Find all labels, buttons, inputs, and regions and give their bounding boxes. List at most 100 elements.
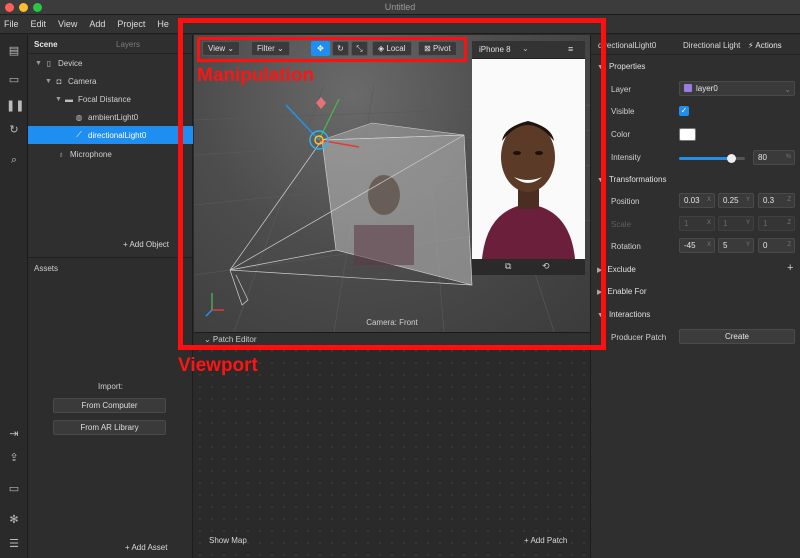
tree-item-directional-light[interactable]: ⟋ directionalLight0: [28, 126, 193, 144]
menu-add[interactable]: Add: [89, 19, 105, 29]
menu-file[interactable]: File: [4, 19, 19, 29]
tree-item-focal-distance[interactable]: ▼ ▬ Focal Distance: [28, 90, 193, 108]
rotation-x-input[interactable]: -45 X: [679, 238, 715, 253]
manipulation-annotation-label: Manipulation: [197, 65, 315, 86]
expand-caret-icon[interactable]: ▼: [35, 60, 43, 67]
tree-item-label: Device: [58, 58, 83, 68]
tree-item-label: Camera: [68, 76, 97, 86]
axis-x-label: X: [706, 197, 711, 203]
expand-caret-icon[interactable]: ▼: [55, 96, 63, 103]
scale-z-value: 1: [763, 219, 768, 228]
intensity-slider[interactable]: [679, 154, 745, 163]
scene-panel: Scene Layers ▼ ▯ Device ▼ ◘ Camera ▼ ▬ F…: [28, 35, 193, 257]
add-patch-button[interactable]: + Add Patch: [524, 536, 567, 545]
section-label: Exclude: [607, 265, 636, 274]
layer-value: layer0: [696, 84, 718, 93]
share-icon[interactable]: ⇪: [6, 451, 22, 465]
color-swatch[interactable]: [679, 128, 696, 141]
scale-y-value: 1: [723, 219, 728, 228]
rotation-y-input[interactable]: 5Y: [718, 238, 754, 253]
position-label: Position: [611, 197, 640, 206]
add-asset-button[interactable]: + Add Asset: [125, 543, 167, 552]
manipulation-annotation-box: [197, 37, 467, 62]
rotation-x-value: -45: [684, 241, 696, 250]
color-label: Color: [611, 130, 631, 139]
scale-z-input: 1Z: [758, 216, 795, 231]
microphone-icon: ♁: [58, 149, 64, 159]
rotation-z-input[interactable]: 0Z: [758, 238, 795, 253]
properties-panel: directionalLight0 Directional Light ⚡ Ac…: [590, 35, 800, 558]
axis-y-label: Y: [745, 220, 750, 226]
intensity-slider-fill: [679, 157, 732, 160]
menu-view[interactable]: View: [58, 19, 77, 29]
position-x-value: 0.03: [684, 196, 700, 205]
object-type: Directional Light: [683, 41, 741, 50]
tree-item-device[interactable]: ▼ ▯ Device: [28, 54, 193, 72]
folder-icon[interactable]: ▭: [6, 482, 22, 496]
scale-x-input: 1X: [679, 216, 715, 231]
scale-label: Scale: [611, 220, 632, 229]
assets-title: Assets: [34, 264, 59, 273]
axis-z-label: Z: [787, 242, 791, 248]
pause-icon[interactable]: ❚❚: [6, 99, 24, 113]
tree-item-camera[interactable]: ▼ ◘ Camera: [28, 72, 193, 90]
tree-item-ambient-light[interactable]: ◍ ambientLight0: [28, 108, 193, 126]
settings-icon[interactable]: ☰: [6, 537, 22, 551]
actions-label: Actions: [755, 41, 782, 50]
window-title: Untitled: [384, 2, 416, 12]
add-exclude-icon[interactable]: +: [787, 262, 793, 274]
import-from-computer-button[interactable]: From Computer: [53, 398, 166, 413]
scene-panel-tabs: Scene Layers: [28, 35, 192, 54]
add-object-button[interactable]: + Add Object: [123, 240, 169, 249]
menu-project[interactable]: Project: [117, 19, 145, 29]
intensity-label: Intensity: [611, 153, 641, 162]
position-y-input[interactable]: 0.25 Y: [718, 193, 754, 208]
create-producer-patch-button[interactable]: Create: [679, 329, 795, 344]
intensity-unit: %: [785, 154, 791, 160]
scene-layout-icon[interactable]: ▤: [6, 44, 22, 58]
axis-x-label: X: [706, 242, 711, 248]
expand-caret-icon[interactable]: ▼: [45, 78, 53, 85]
intensity-input[interactable]: 80 %: [753, 150, 795, 165]
axis-x-label: X: [706, 220, 711, 226]
zoom-icon[interactable]: ⌕: [6, 153, 22, 167]
section-label: Properties: [608, 62, 646, 71]
tab-scene[interactable]: Scene: [34, 40, 58, 49]
assets-panel: Assets Import: From Computer From AR Lib…: [28, 257, 193, 558]
position-x-input[interactable]: 0.03 X: [679, 193, 715, 208]
tree-item-label: Microphone: [70, 149, 112, 159]
camera-icon: ◘: [56, 76, 62, 86]
properties-header: directionalLight0 Directional Light ⚡ Ac…: [591, 35, 800, 55]
tree-item-label: Focal Distance: [78, 94, 131, 104]
scale-y-input: 1Y: [718, 216, 754, 231]
visible-checkbox[interactable]: ✓: [679, 106, 689, 116]
rotation-label: Rotation: [611, 242, 641, 251]
refresh-icon[interactable]: ↻: [6, 123, 22, 137]
import-label: Import:: [98, 382, 123, 391]
tab-layers[interactable]: Layers: [116, 40, 140, 49]
axis-z-label: Z: [787, 220, 791, 226]
tree-item-microphone[interactable]: ♁ Microphone: [28, 145, 193, 163]
layer-select[interactable]: layer0 ⌄: [679, 81, 795, 96]
chevron-down-icon: ⌄: [784, 85, 791, 94]
actions-button[interactable]: ⚡ Actions: [748, 41, 782, 50]
object-name: directionalLight0: [598, 41, 657, 50]
menu-edit[interactable]: Edit: [31, 19, 47, 29]
bug-icon[interactable]: ✻: [6, 513, 22, 527]
send-to-device-icon[interactable]: ⇥: [6, 427, 22, 441]
visible-label: Visible: [611, 107, 635, 116]
position-z-input[interactable]: 0.3 Z: [758, 193, 795, 208]
section-transformations[interactable]: ▼ Transformations: [597, 175, 666, 184]
phone-icon: ▯: [46, 58, 52, 68]
rotation-y-value: 5: [723, 241, 728, 250]
left-toolbar: ▤ ▭ ❚❚ ↻ ⌕ ⇥ ⇪ ▭ ✻ ☰: [0, 35, 28, 558]
intensity-value: 80: [758, 153, 767, 162]
menu-help[interactable]: He: [157, 19, 169, 29]
intensity-slider-handle[interactable]: [727, 154, 737, 163]
show-map-button[interactable]: Show Map: [209, 536, 247, 545]
import-from-ar-library-button[interactable]: From AR Library: [53, 420, 166, 435]
viewport-annotation-label: Viewport: [178, 355, 258, 376]
video-camera-icon[interactable]: ▭: [6, 73, 22, 87]
focal-icon: ▬: [65, 94, 73, 104]
globe-light-icon: ◍: [75, 112, 83, 122]
